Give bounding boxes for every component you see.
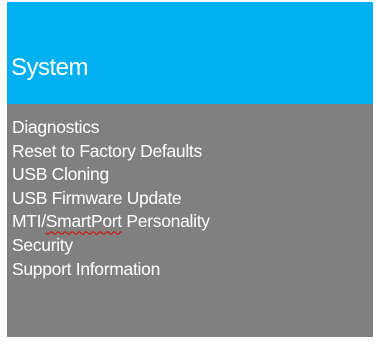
menu-item-support-information[interactable]: Support Information: [12, 258, 373, 282]
spellcheck-marked-word: SmartPort: [45, 211, 122, 232]
menu-item-smartport-personality[interactable]: MTI/SmartPort Personality: [12, 210, 373, 234]
menu-item-usb-firmware-update[interactable]: USB Firmware Update: [12, 187, 373, 211]
menu-item-reset-factory-defaults[interactable]: Reset to Factory Defaults: [12, 140, 373, 164]
system-title: System: [11, 54, 89, 81]
menu-item-label-suffix: Personality: [121, 211, 210, 232]
system-menu-list: Diagnostics Reset to Factory Defaults US…: [7, 104, 373, 337]
menu-item-label-prefix: MTI/: [12, 211, 46, 232]
menu-item-security[interactable]: Security: [12, 234, 373, 258]
system-menu-panel: System Diagnostics Reset to Factory Defa…: [7, 2, 373, 337]
system-header: System: [7, 2, 373, 104]
menu-item-usb-cloning[interactable]: USB Cloning: [12, 163, 373, 187]
menu-item-diagnostics[interactable]: Diagnostics: [12, 116, 373, 140]
